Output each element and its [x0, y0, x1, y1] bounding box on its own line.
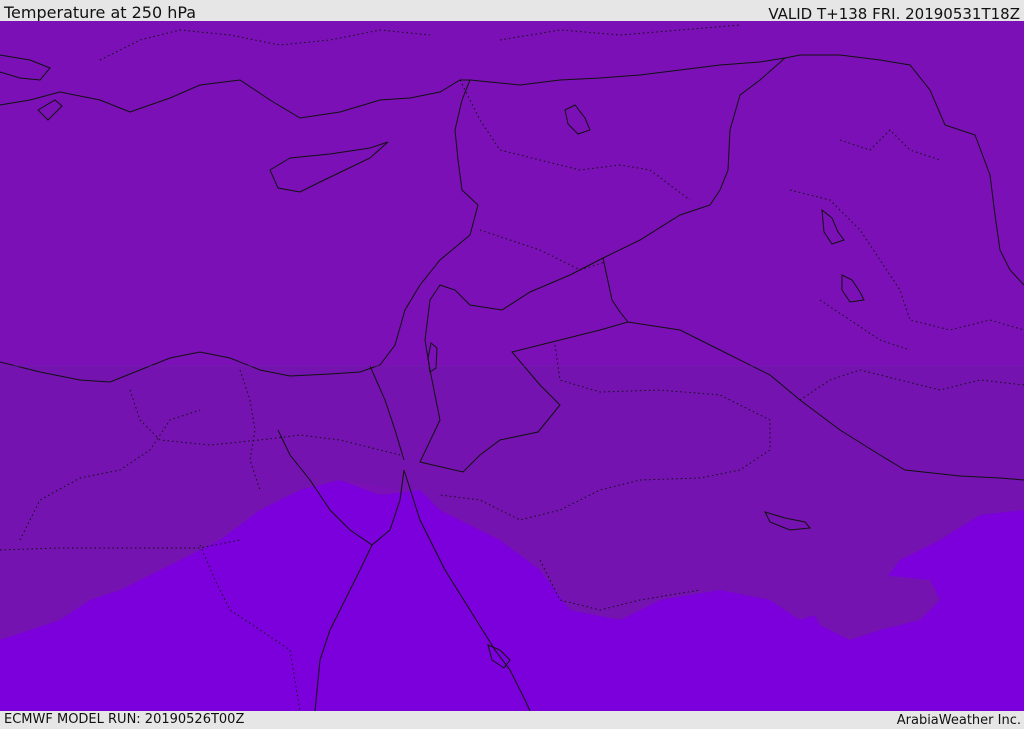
- temperature-map: [0, 21, 1024, 711]
- map-title: Temperature at 250 hPa: [4, 3, 197, 22]
- credit-label: ArabiaWeather Inc.: [896, 713, 1021, 728]
- model-run-label: ECMWF MODEL RUN: 20190526T00Z: [4, 712, 245, 727]
